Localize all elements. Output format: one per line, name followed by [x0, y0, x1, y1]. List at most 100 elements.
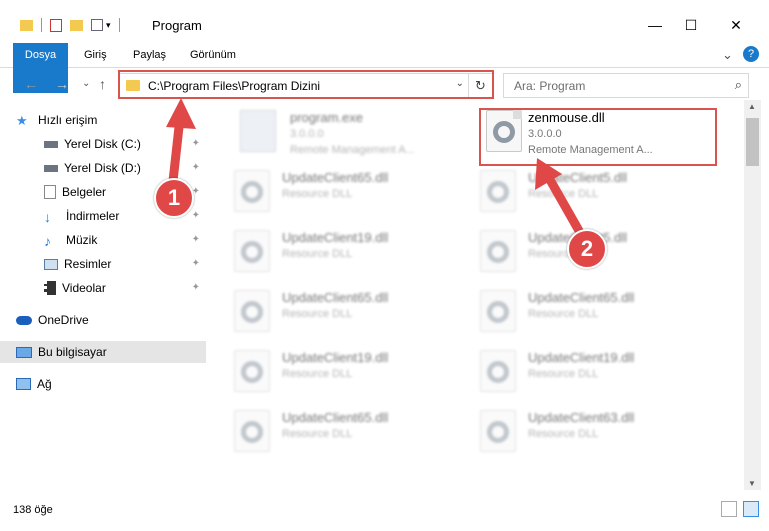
sidebar-item-network[interactable]: Ağ	[0, 373, 206, 395]
list-item[interactable]: UpdateClient65.dll Resource DLL	[480, 288, 700, 338]
dll-icon	[480, 230, 516, 272]
sidebar-item-onedrive[interactable]: OneDrive	[0, 309, 206, 331]
sidebar-item-music[interactable]: ♪ Müzik ✦	[0, 229, 206, 251]
drive-icon	[44, 164, 58, 172]
dll-icon	[480, 350, 516, 392]
file-description: Resource DLL	[528, 368, 599, 380]
file-name: UpdateClient65.dll	[282, 290, 389, 305]
file-name: UpdateClient65.dll	[528, 290, 635, 305]
status-bar: 138 öğe	[0, 495, 769, 525]
sidebar-item-label: Yerel Disk (D:)	[64, 161, 141, 175]
sidebar-item-videos[interactable]: Videolar ✦	[0, 277, 206, 299]
gear-icon	[487, 301, 509, 323]
dll-icon	[234, 170, 270, 212]
sidebar-item-label: Bu bilgisayar	[38, 345, 107, 359]
sidebar-item-this-pc[interactable]: Bu bilgisayar	[0, 341, 206, 363]
new-folder-icon[interactable]	[70, 19, 83, 31]
help-icon[interactable]: ?	[743, 46, 759, 62]
list-item[interactable]: UpdateClient65.dll Resource DLL	[234, 288, 454, 338]
star-icon: ★	[16, 113, 28, 128]
gear-icon	[487, 181, 509, 203]
search-input[interactable]: Ara: Program	[514, 79, 585, 93]
file-description: Resource DLL	[282, 428, 353, 440]
dll-icon	[234, 410, 270, 452]
documents-icon	[44, 185, 56, 199]
details-view-icon[interactable]	[721, 501, 737, 517]
maximize-button[interactable]: ☐	[668, 10, 714, 40]
exe-icon	[240, 110, 276, 152]
search-icon[interactable]: ⌕	[735, 77, 742, 93]
file-name: program.exe	[290, 110, 363, 125]
network-icon	[16, 378, 31, 390]
tiles-view-icon[interactable]	[743, 501, 759, 517]
computer-icon	[16, 346, 32, 358]
pin-icon[interactable]: ✦	[192, 282, 200, 293]
tab-view[interactable]: Görünüm	[190, 43, 236, 67]
callout-one: 1	[154, 178, 194, 218]
search-box[interactable]: Ara: Program ⌕	[503, 73, 749, 98]
properties-icon[interactable]	[50, 18, 62, 32]
file-description: Resource DLL	[282, 248, 353, 260]
ribbon-expand-icon[interactable]: ⌄	[722, 43, 733, 67]
list-item[interactable]: UpdateClient5.dll Resource DLL	[480, 168, 700, 218]
tab-share[interactable]: Paylaş	[133, 43, 166, 67]
separator	[41, 18, 42, 32]
file-description: Remote Management A...	[290, 144, 415, 156]
drive-icon	[44, 140, 58, 148]
file-description: Resource DLL	[528, 308, 599, 320]
list-item[interactable]: UpdateClient63.dll Resource DLL	[480, 408, 700, 458]
pin-icon[interactable]: ✦	[192, 258, 200, 269]
file-name: UpdateClient65.dll	[282, 410, 389, 425]
list-item[interactable]: UpdateClient65.dll Resource DLL	[234, 408, 454, 458]
file-name: UpdateClient5.dll	[528, 170, 628, 185]
sidebar-item-disk-c[interactable]: Yerel Disk (C:) ✦	[0, 133, 206, 155]
dll-icon	[480, 290, 516, 332]
tab-home[interactable]: Giriş	[84, 43, 107, 67]
file-name: UpdateClient19.dll	[282, 350, 389, 365]
vertical-scrollbar[interactable]: ▲ ▼	[744, 100, 761, 490]
list-item[interactable]: UpdateClient19.dll Resource DLL	[234, 348, 454, 398]
separator	[118, 18, 120, 32]
sidebar-item-label: Yerel Disk (C:)	[64, 137, 141, 151]
file-description: Resource DLL	[282, 308, 353, 320]
sidebar-item-disk-d[interactable]: Yerel Disk (D:) ✦	[0, 157, 206, 179]
file-description: Resource DLL	[528, 428, 599, 440]
scroll-up-icon[interactable]: ▲	[748, 102, 756, 111]
cloud-icon	[16, 315, 32, 325]
dll-icon	[480, 170, 516, 212]
list-item[interactable]: program.exe 3.0.0.0 Remote Management A.…	[240, 108, 460, 158]
file-name: UpdateClient63.dll	[528, 410, 635, 425]
list-item[interactable]: UpdateClient19.dll Resource DLL	[234, 228, 454, 278]
pin-icon[interactable]: ✦	[192, 234, 200, 245]
sidebar-item-quick-access[interactable]: ★ Hızlı erişim	[0, 109, 206, 131]
close-button[interactable]: ✕	[713, 10, 759, 40]
up-button[interactable]: ↑	[99, 76, 106, 92]
scroll-down-icon[interactable]: ▼	[748, 479, 756, 488]
videos-icon	[44, 281, 56, 295]
scroll-thumb[interactable]	[746, 118, 759, 166]
customize-icon[interactable]	[91, 19, 103, 31]
recent-locations-button[interactable]: ⌄	[82, 78, 90, 89]
music-icon: ♪	[44, 233, 51, 249]
qa-dropdown-icon[interactable]: ▾	[106, 20, 111, 31]
gear-icon	[241, 301, 263, 323]
title-bar: ▾ Program — ☐ ✕	[0, 0, 769, 40]
pin-icon[interactable]: ✦	[192, 162, 200, 173]
sidebar-item-label: İndirmeler	[66, 209, 120, 223]
folder-icon[interactable]	[20, 19, 33, 31]
item-count: 138 öğe	[13, 504, 53, 516]
pin-icon[interactable]: ✦	[192, 138, 200, 149]
pin-icon[interactable]: ✦	[192, 210, 200, 221]
window-title: Program	[152, 18, 202, 33]
gear-icon	[241, 361, 263, 383]
forward-button[interactable]: →	[55, 76, 69, 92]
sidebar-item-pictures[interactable]: Resimler ✦	[0, 253, 206, 275]
file-name: UpdateClient19.dll	[528, 350, 635, 365]
gear-icon	[487, 361, 509, 383]
back-button[interactable]: ←	[24, 76, 38, 92]
list-item[interactable]: UpdateClient19.dll Resource DLL	[480, 348, 700, 398]
file-name: UpdateClient65.dll	[282, 170, 389, 185]
file-description: Resource DLL	[282, 188, 353, 200]
navigation-pane: ★ Hızlı erişim Yerel Disk (C:) ✦ Yerel D…	[0, 100, 208, 465]
list-item[interactable]: UpdateClient65.dll Resource DLL	[234, 168, 454, 218]
